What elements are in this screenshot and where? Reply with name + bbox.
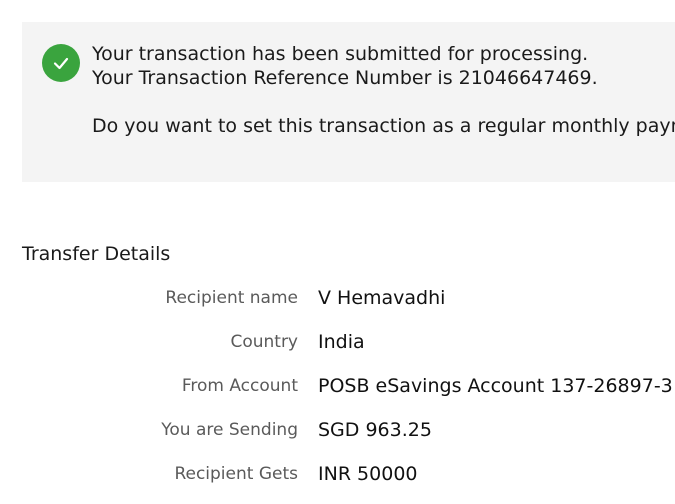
submission-status-text: Your transaction has been submitted for … [92, 43, 589, 65]
from-account-value: POSB eSavings Account 137-26897-3 [318, 375, 673, 397]
reference-number-text: Your Transaction Reference Number is 210… [92, 67, 598, 89]
detail-row-recipient-name: Recipient name V Hemavadhi [0, 284, 675, 328]
recipient-name-label: Recipient name [165, 288, 298, 308]
country-label: Country [230, 332, 298, 352]
success-notice: Your transaction has been submitted for … [22, 22, 675, 182]
recipient-name-value: V Hemavadhi [318, 287, 446, 309]
detail-row-country: Country India [0, 328, 675, 372]
transfer-details-title: Transfer Details [22, 243, 171, 265]
recipient-gets-label: Recipient Gets [174, 464, 298, 484]
country-value: India [318, 331, 365, 353]
sending-amount-label: You are Sending [161, 420, 298, 440]
checkmark-icon [53, 57, 69, 70]
detail-row-recipient-gets: Recipient Gets INR 50000 [0, 460, 675, 504]
detail-row-sending-amount: You are Sending SGD 963.25 [0, 416, 675, 460]
detail-row-from-account: From Account POSB eSavings Account 137-2… [0, 372, 675, 416]
regular-payment-prompt: Do you want to set this transaction as a… [92, 115, 675, 137]
recipient-gets-value: INR 50000 [318, 463, 418, 485]
notice-message: Your transaction has been submitted for … [92, 42, 675, 138]
notice-spacer [92, 90, 675, 114]
sending-amount-value: SGD 963.25 [318, 419, 432, 441]
from-account-label: From Account [181, 376, 298, 396]
transfer-details-list: Recipient name V Hemavadhi Country India… [0, 284, 675, 504]
check-circle-icon [42, 44, 80, 82]
